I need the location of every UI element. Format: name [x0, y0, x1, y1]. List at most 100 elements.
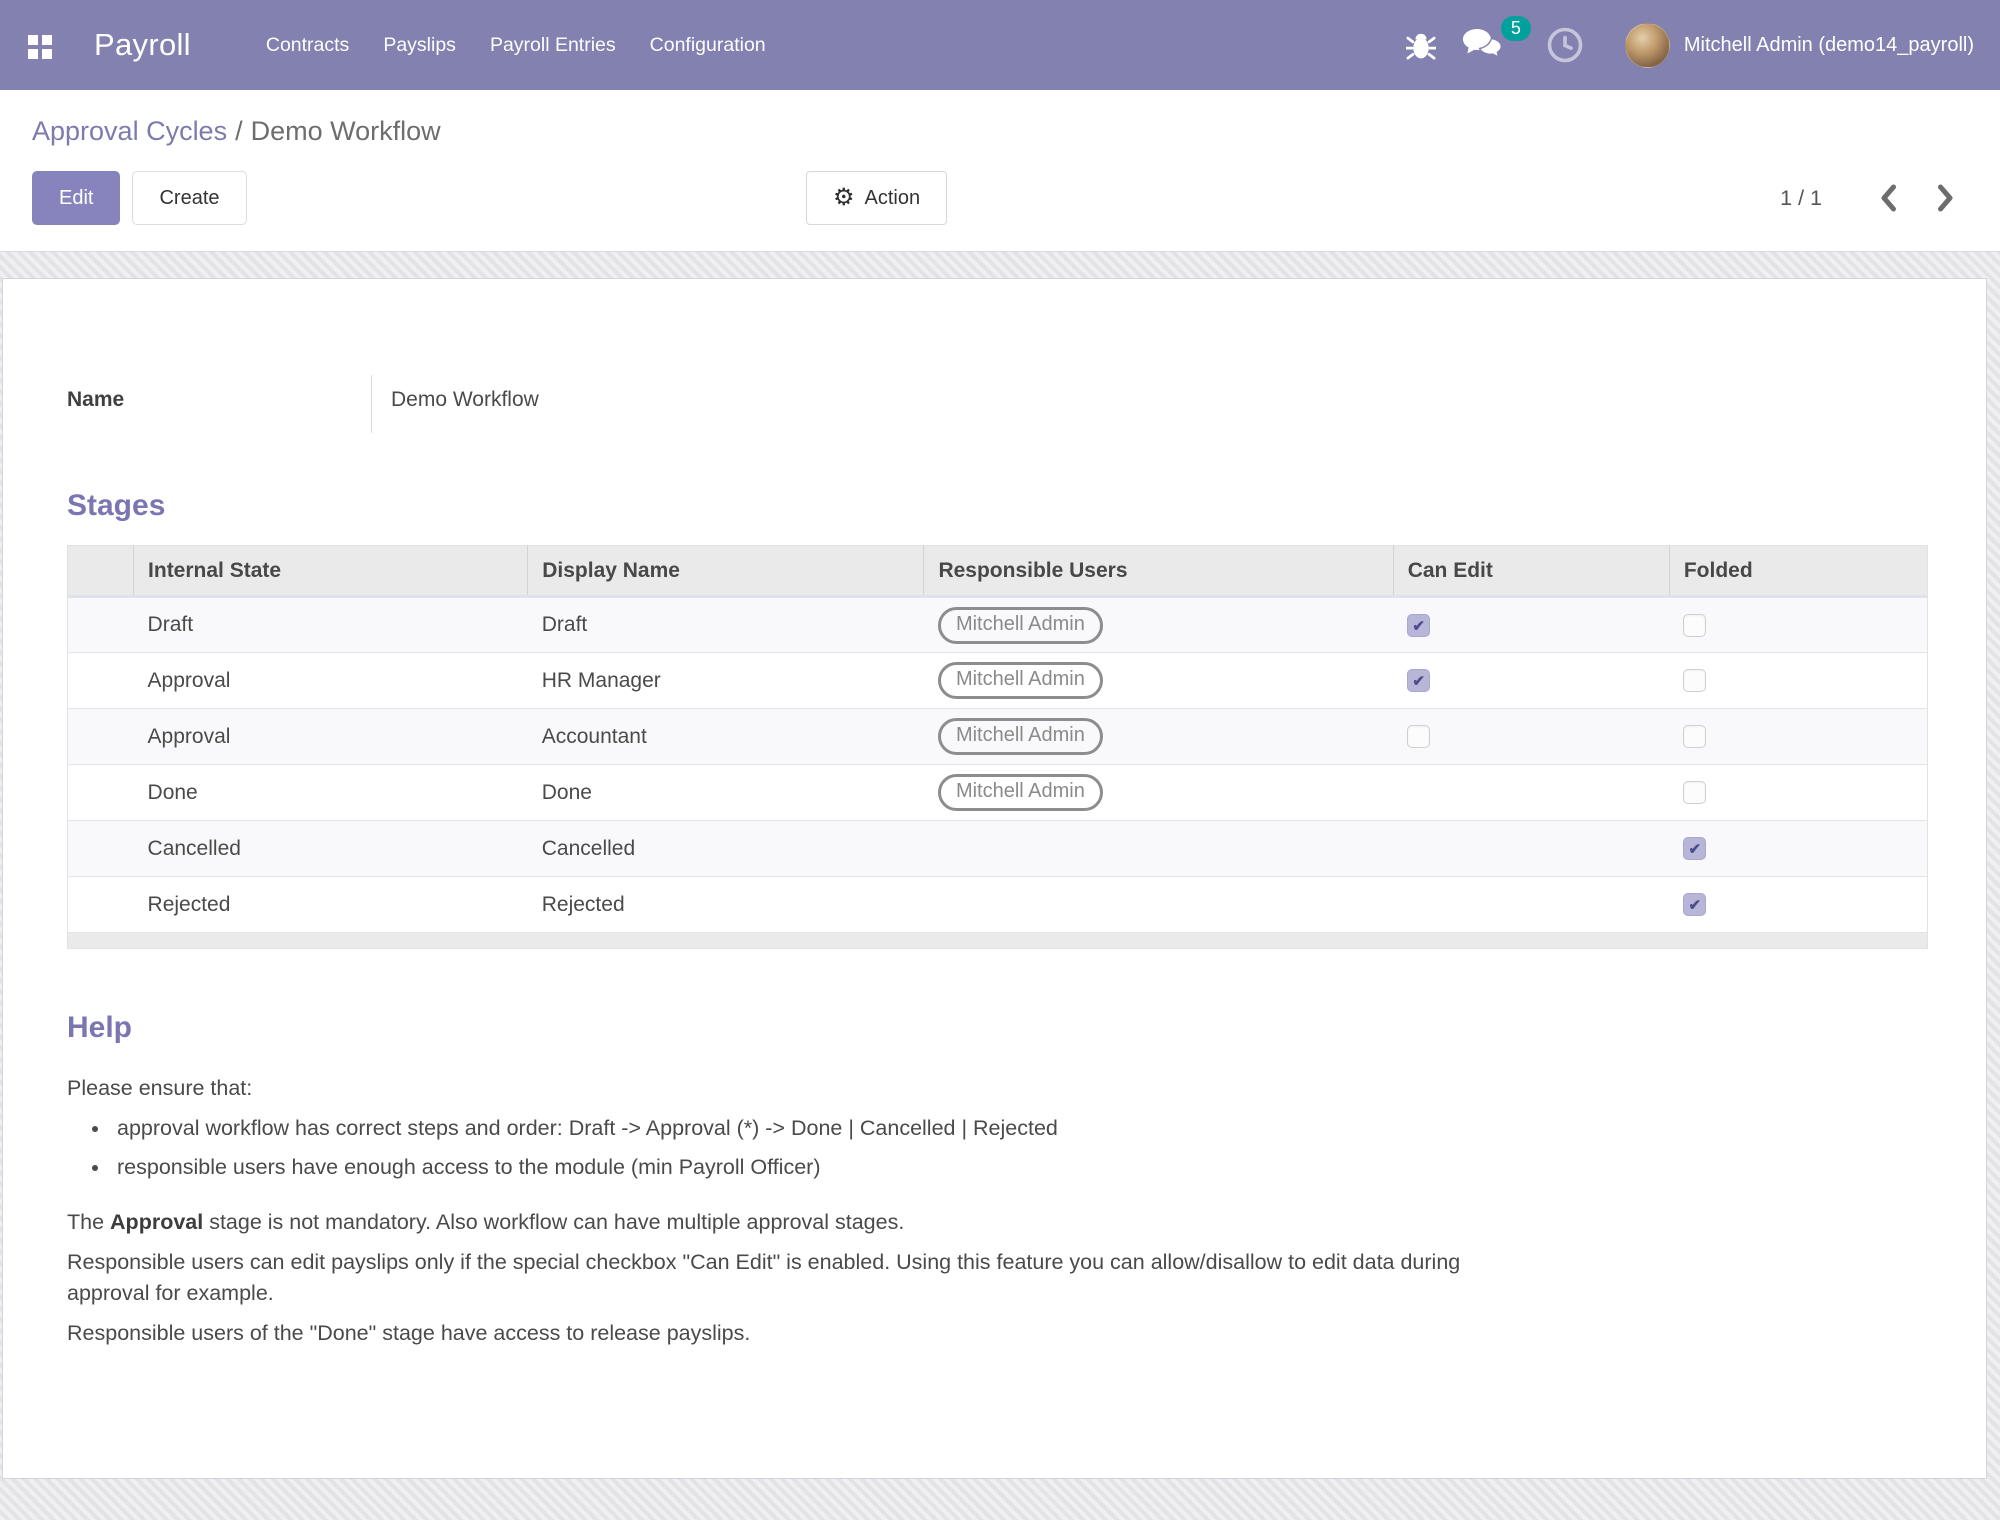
folded-cell: ✔ [1669, 821, 1927, 877]
help-bullet-workflow-order: approval workflow has correct steps and … [111, 1113, 1537, 1144]
folded-cell: ✔ [1669, 877, 1927, 933]
breadcrumb-separator: / [227, 116, 251, 146]
row-handle-cell[interactable] [68, 877, 134, 933]
display-name-cell: Draft [528, 597, 924, 653]
folded-cell [1669, 765, 1927, 821]
control-panel: Approval Cycles/Demo Workflow Edit Creat… [0, 90, 2000, 251]
help-bullet-list: approval workflow has correct steps and … [67, 1113, 1537, 1183]
column-internal-state[interactable]: Internal State [134, 546, 528, 597]
responsible-users-cell: Mitchell Admin [924, 765, 1393, 821]
user-badge[interactable]: Mitchell Admin [938, 774, 1103, 811]
can-edit-checkbox[interactable]: ✔ [1407, 669, 1430, 692]
responsible-users-cell [924, 821, 1393, 877]
can-edit-cell [1393, 821, 1669, 877]
help-paragraph-approval: The Approval stage is not mandatory. Als… [67, 1207, 1537, 1238]
user-badge[interactable]: Mitchell Admin [938, 662, 1103, 699]
help-paragraph-done: Responsible users of the "Done" stage ha… [67, 1318, 1537, 1349]
can-edit-cell [1393, 709, 1669, 765]
menu-payroll-entries[interactable]: Payroll Entries [473, 22, 633, 69]
top-navbar: Payroll Contracts Payslips Payroll Entri… [0, 0, 2000, 90]
table-row[interactable]: ApprovalAccountantMitchell Admin [68, 709, 1928, 765]
chat-icon [1462, 28, 1504, 62]
messages-button[interactable]: 5 [1449, 20, 1517, 70]
column-display-name[interactable]: Display Name [528, 546, 924, 597]
column-folded[interactable]: Folded [1669, 546, 1927, 597]
row-handle-cell[interactable] [68, 653, 134, 709]
user-badge[interactable]: Mitchell Admin [938, 607, 1103, 644]
name-field-row: Name Demo Workflow [67, 375, 1922, 433]
edit-button[interactable]: Edit [32, 171, 120, 225]
can-edit-cell: ✔ [1393, 597, 1669, 653]
can-edit-cell [1393, 877, 1669, 933]
debug-button[interactable] [1393, 20, 1449, 70]
user-badge[interactable]: Mitchell Admin [938, 718, 1103, 755]
menu-payslips[interactable]: Payslips [366, 22, 473, 69]
navbar-systray: 5 Mitchell Admin (demo14_payroll) [1393, 18, 1974, 72]
activities-button[interactable] [1533, 18, 1597, 72]
help-content: Please ensure that: approval workflow ha… [67, 1073, 1537, 1349]
user-avatar [1625, 23, 1670, 68]
table-row[interactable]: RejectedRejected ✔ [68, 877, 1928, 933]
pager: 1 / 1 [1780, 179, 1960, 217]
row-handle-cell[interactable] [68, 709, 134, 765]
internal-state-cell: Done [134, 765, 528, 821]
stages-section-title: Stages [67, 489, 1922, 523]
pager-next-button[interactable] [1930, 179, 1960, 217]
can-edit-checkbox[interactable]: ✔ [1407, 614, 1430, 637]
menu-contracts[interactable]: Contracts [249, 22, 366, 69]
stages-table-header: Internal State Display Name Responsible … [68, 546, 1928, 597]
folded-checkbox[interactable] [1683, 614, 1706, 637]
row-handle-cell[interactable] [68, 765, 134, 821]
bug-icon [1406, 28, 1436, 62]
table-row[interactable]: ApprovalHR Manager Mitchell Admin ✔ [68, 653, 1928, 709]
clock-icon [1546, 26, 1584, 64]
create-button[interactable]: Create [132, 171, 246, 225]
table-row[interactable]: DraftDraftMitchell Admin✔ [68, 597, 1928, 653]
chevron-left-icon [1878, 183, 1900, 213]
stages-table-body: DraftDraftMitchell Admin✔ApprovalHR Mana… [68, 597, 1928, 933]
column-handle [68, 546, 134, 597]
folded-checkbox[interactable] [1683, 781, 1706, 804]
help-section-title: Help [67, 1011, 1922, 1045]
internal-state-cell: Approval [134, 653, 528, 709]
breadcrumb-parent[interactable]: Approval Cycles [32, 116, 227, 146]
folded-checkbox[interactable] [1683, 669, 1706, 692]
display-name-cell: Rejected [528, 877, 924, 933]
help-p1-suffix: stage is not mandatory. Also workflow ca… [203, 1210, 904, 1234]
menu-configuration[interactable]: Configuration [633, 22, 783, 69]
apps-menu-icon[interactable] [20, 25, 60, 65]
gear-icon: ⚙ [833, 186, 855, 210]
column-responsible-users[interactable]: Responsible Users [924, 546, 1393, 597]
form-sheet: Name Demo Workflow Stages Internal State… [2, 278, 1987, 1479]
action-button-label: Action [865, 187, 921, 210]
pager-previous-button[interactable] [1874, 179, 1904, 217]
responsible-users-cell [924, 877, 1393, 933]
responsible-users-cell: Mitchell Admin [924, 709, 1393, 765]
help-paragraph-can-edit: Responsible users can edit payslips only… [67, 1247, 1537, 1308]
can-edit-checkbox[interactable] [1407, 725, 1430, 748]
name-field-value: Demo Workflow [391, 388, 539, 411]
internal-state-cell: Rejected [134, 877, 528, 933]
message-count-badge: 5 [1501, 16, 1531, 41]
folded-checkbox[interactable]: ✔ [1683, 837, 1706, 860]
folded-cell [1669, 597, 1927, 653]
name-field[interactable]: Demo Workflow [371, 375, 1922, 433]
table-row[interactable]: DoneDoneMitchell Admin [68, 765, 1928, 821]
column-can-edit[interactable]: Can Edit [1393, 546, 1669, 597]
stages-table: Internal State Display Name Responsible … [67, 545, 1928, 949]
internal-state-cell: Cancelled [134, 821, 528, 877]
action-button[interactable]: ⚙ Action [806, 171, 947, 225]
user-menu[interactable]: Mitchell Admin (demo14_payroll) [1625, 23, 1974, 68]
table-row[interactable]: CancelledCancelled✔ [68, 821, 1928, 877]
app-brand[interactable]: Payroll [94, 27, 191, 63]
help-intro: Please ensure that: [67, 1073, 1537, 1104]
name-field-label: Name [67, 375, 371, 433]
display-name-cell: HR Manager [528, 653, 924, 709]
help-p1-bold: Approval [110, 1210, 203, 1234]
folded-checkbox[interactable] [1683, 725, 1706, 748]
can-edit-cell [1393, 765, 1669, 821]
row-handle-cell[interactable] [68, 597, 134, 653]
grid-icon [23, 28, 57, 62]
row-handle-cell[interactable] [68, 821, 134, 877]
folded-checkbox[interactable]: ✔ [1683, 893, 1706, 916]
